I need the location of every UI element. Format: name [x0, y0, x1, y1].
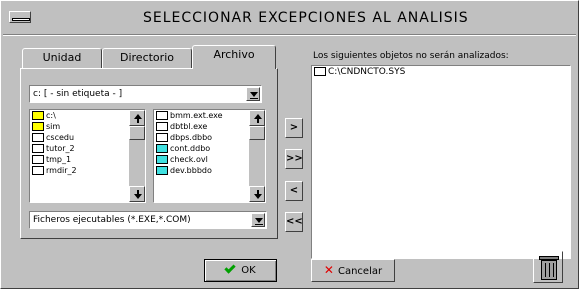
chevron-down-icon [250, 92, 258, 97]
list-item[interactable]: tmp_1 [30, 154, 145, 165]
title-divider [3, 34, 576, 36]
excluded-list[interactable]: C:\CNDNCTO.SYS [311, 65, 571, 259]
directory-scrollbar[interactable] [129, 110, 145, 202]
folder-closed-icon [32, 155, 44, 164]
excluded-list-label: Los siguientes objetos no serán analizad… [313, 51, 509, 61]
exceptions-dialog: SELECCIONAR EXCEPCIONES AL ANALISIS Unid… [0, 0, 579, 289]
folder-closed-icon [32, 144, 44, 153]
file-icon [156, 144, 168, 153]
ok-button[interactable]: OK [204, 259, 277, 282]
trash-icon[interactable] [533, 251, 563, 283]
title-bar: SELECCIONAR EXCEPCIONES AL ANALISIS [3, 3, 576, 33]
scroll-down-button[interactable] [129, 186, 145, 202]
file-icon [156, 166, 168, 175]
folder-closed-icon [32, 133, 44, 142]
tab-unidad[interactable]: Unidad [22, 48, 102, 68]
tab-archivo[interactable]: Archivo [192, 45, 276, 69]
scroll-thumb[interactable] [129, 126, 145, 140]
drive-dropdown-button[interactable] [246, 87, 260, 101]
close-icon: ✕ [323, 263, 334, 277]
file-type-dropdown-button[interactable] [251, 213, 265, 227]
arrow-down-icon [254, 194, 262, 199]
file-icon [156, 111, 168, 120]
scroll-down-button[interactable] [249, 186, 265, 202]
file-type-select[interactable]: Ficheros ejecutables (*.EXE,*.COM) [29, 211, 267, 229]
chevron-down-icon [255, 218, 263, 223]
tab-directorio[interactable]: Directorio [102, 48, 192, 68]
window-title: SELECCIONAR EXCEPCIONES AL ANALISIS [143, 10, 469, 26]
file-list[interactable]: bmm.ext.exe dbtbl.exe dbps.dbbo cont.ddb… [153, 109, 266, 203]
scroll-thumb[interactable] [249, 126, 265, 140]
remove-selected-button[interactable]: < [285, 181, 303, 201]
arrow-down-icon [134, 194, 142, 199]
file-icon [314, 67, 326, 76]
scroll-up-button[interactable] [129, 110, 145, 126]
add-all-button[interactable]: >> [285, 149, 303, 169]
folder-closed-icon [32, 166, 44, 175]
file-icon [156, 155, 168, 164]
file-type-select-value: Ficheros ejecutables (*.EXE,*.COM) [33, 215, 191, 225]
list-item[interactable]: sim [30, 121, 145, 132]
folder-open-icon [32, 122, 44, 131]
drive-select-value: c: [ - sin etiqueta - ] [33, 89, 123, 99]
file-icon [156, 122, 168, 131]
drive-select[interactable]: c: [ - sin etiqueta - ] [29, 85, 262, 103]
list-item[interactable]: tutor_2 [30, 143, 145, 154]
file-icon [156, 133, 168, 142]
checkmark-icon [224, 262, 236, 274]
cancel-button[interactable]: ✕ Cancelar [311, 259, 395, 282]
system-menu-icon[interactable] [9, 11, 31, 23]
remove-all-button[interactable]: << [285, 212, 303, 232]
list-item[interactable]: C:\CNDNCTO.SYS [312, 66, 570, 79]
list-item[interactable]: c:\ [30, 110, 145, 121]
list-item[interactable]: rmdir_2 [30, 165, 145, 176]
folder-open-icon [32, 111, 44, 120]
scroll-up-button[interactable] [249, 110, 265, 126]
add-selected-button[interactable]: > [285, 118, 303, 138]
list-item[interactable]: cscedu [30, 132, 145, 143]
file-scrollbar[interactable] [249, 110, 265, 202]
directory-list[interactable]: c:\ sim cscedu tutor_2 tmp_1 rmdir_2 [29, 109, 146, 203]
